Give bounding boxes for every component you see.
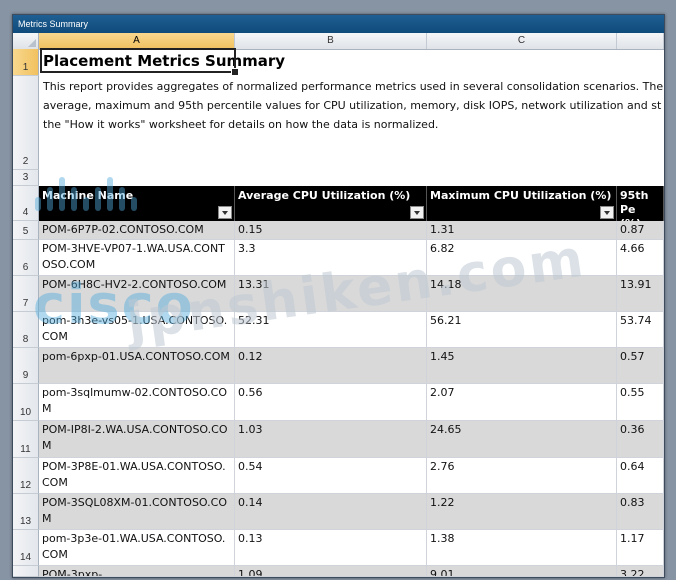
header-max-cpu[interactable]: Maximum CPU Utilization (%)	[427, 186, 617, 221]
cell-max[interactable]: 14.18	[427, 276, 617, 312]
cell-name[interactable]: pom-6pxp-01.USA.CONTOSO.COM	[39, 348, 235, 384]
cell-avg[interactable]: 52.31	[235, 312, 427, 348]
row-header-3[interactable]: 3	[13, 170, 39, 186]
row-header-1[interactable]: 1	[13, 49, 39, 76]
filter-dropdown-machine-name[interactable]	[218, 206, 232, 219]
cell-p95[interactable]: 4.66	[617, 240, 664, 276]
cell-max[interactable]: 2.07	[427, 384, 617, 421]
description-line-2: average, maximum and 95th percentile val…	[43, 99, 662, 112]
cell-avg[interactable]: 3.3	[235, 240, 427, 276]
cell-name[interactable]: POM-3P8E-01.WA.USA.CONTOSO.COM	[39, 458, 235, 494]
cell-name[interactable]: POM-3pxp-	[39, 566, 235, 577]
cell-avg[interactable]: 0.14	[235, 494, 427, 530]
cell-p95[interactable]: 0.55	[617, 384, 664, 421]
cell-name[interactable]: POM-6H8C-HV2-2.CONTOSO.COM	[39, 276, 235, 312]
cell-p95[interactable]: 0.64	[617, 458, 664, 494]
column-header-b[interactable]: B	[235, 33, 427, 49]
cell-avg[interactable]: 0.12	[235, 348, 427, 384]
cell-avg[interactable]: 13.31	[235, 276, 427, 312]
cell-name[interactable]: POM-3SQL08XM-01.CONTOSO.COM	[39, 494, 235, 530]
cell-avg[interactable]: 1.09	[235, 566, 427, 577]
column-header-c[interactable]: C	[427, 33, 617, 49]
description-line-3: the "How it works" worksheet for details…	[43, 118, 439, 131]
cell-avg[interactable]: 0.54	[235, 458, 427, 494]
header-p95-cpu-label: 95th Pe (%)	[620, 189, 649, 221]
cell-max[interactable]: 1.31	[427, 221, 617, 240]
cell-name[interactable]: POM-IP8I-2.WA.USA.CONTOSO.COM	[39, 421, 235, 458]
cell-p95[interactable]: 0.87	[617, 221, 664, 240]
cell-p95[interactable]: 0.36	[617, 421, 664, 458]
cell-p95[interactable]: 13.91	[617, 276, 664, 312]
description-line-1: This report provides aggregates of norma…	[43, 80, 664, 93]
cell-p95[interactable]: 53.74	[617, 312, 664, 348]
row-header-7[interactable]: 7	[13, 276, 39, 312]
row-header-11[interactable]: 11	[13, 421, 39, 458]
cell-name[interactable]: pom-3p3e-01.WA.USA.CONTOSO.COM	[39, 530, 235, 566]
filter-dropdown-avg-cpu[interactable]	[410, 206, 424, 219]
row-header-12[interactable]: 12	[13, 458, 39, 494]
fill-handle[interactable]	[231, 68, 239, 76]
cell-name[interactable]: POM-3HVE-VP07-1.WA.USA.CONTOSO.COM	[39, 240, 235, 276]
cell-max[interactable]: 1.38	[427, 530, 617, 566]
header-avg-cpu[interactable]: Average CPU Utilization (%)	[235, 186, 427, 221]
header-avg-cpu-label: Average CPU Utilization (%)	[238, 189, 411, 202]
row-header-13[interactable]: 13	[13, 494, 39, 530]
cell-max[interactable]: 56.21	[427, 312, 617, 348]
cell-max[interactable]: 6.82	[427, 240, 617, 276]
cell-avg[interactable]: 0.56	[235, 384, 427, 421]
cell-name[interactable]: pom-3h3e-vs05-1.USA.CONTOSO.COM	[39, 312, 235, 348]
row-header-4[interactable]: 4	[13, 186, 39, 221]
cell-avg[interactable]: 0.15	[235, 221, 427, 240]
filter-dropdown-max-cpu[interactable]	[600, 206, 614, 219]
cell-p95[interactable]: 1.17	[617, 530, 664, 566]
cell-avg[interactable]: 0.13	[235, 530, 427, 566]
cell-max[interactable]: 9.01	[427, 566, 617, 577]
cell-p95[interactable]: 3.22	[617, 566, 664, 577]
row-header-14[interactable]: 14	[13, 530, 39, 566]
row-header-8[interactable]: 8	[13, 312, 39, 348]
cell-max[interactable]: 24.65	[427, 421, 617, 458]
report-description[interactable]: This report provides aggregates of norma…	[41, 76, 664, 154]
worksheet-grid[interactable]: A B C 1 2 3 4 5 6 7 8 9 10 11 12 13 14 P…	[13, 33, 664, 577]
cell-max[interactable]: 1.22	[427, 494, 617, 530]
cell-p95[interactable]: 0.83	[617, 494, 664, 530]
row-header-9[interactable]: 9	[13, 348, 39, 384]
cell-p95[interactable]: 0.57	[617, 348, 664, 384]
cell-name[interactable]: pom-3sqlmumw-02.CONTOSO.COM	[39, 384, 235, 421]
header-p95-cpu[interactable]: 95th Pe (%)	[617, 186, 664, 221]
column-header-row: A B C	[13, 33, 664, 50]
header-max-cpu-label: Maximum CPU Utilization (%)	[430, 189, 612, 202]
cell-avg[interactable]: 1.03	[235, 421, 427, 458]
cell-max[interactable]: 1.45	[427, 348, 617, 384]
header-machine-name-label: Machine Name	[42, 189, 134, 202]
select-all-corner[interactable]	[13, 33, 39, 49]
report-title[interactable]: Placement Metrics Summary	[41, 49, 285, 74]
row-header-2[interactable]: 2	[13, 76, 39, 170]
row-header-15[interactable]	[13, 566, 39, 577]
row-header-6[interactable]: 6	[13, 240, 39, 276]
cell-name[interactable]: POM-6P7P-02.CONTOSO.COM	[39, 221, 235, 240]
spreadsheet-window: Metrics Summary A B C 1 2 3 4 5 6 7 8 9 …	[12, 14, 665, 578]
column-header-a[interactable]: A	[39, 33, 235, 49]
cell-max[interactable]: 2.76	[427, 458, 617, 494]
window-title: Metrics Summary	[13, 15, 664, 33]
row-header-10[interactable]: 10	[13, 384, 39, 421]
row-header-5[interactable]: 5	[13, 221, 39, 240]
header-machine-name[interactable]: Machine Name	[39, 186, 235, 221]
column-header-d[interactable]	[617, 33, 664, 49]
